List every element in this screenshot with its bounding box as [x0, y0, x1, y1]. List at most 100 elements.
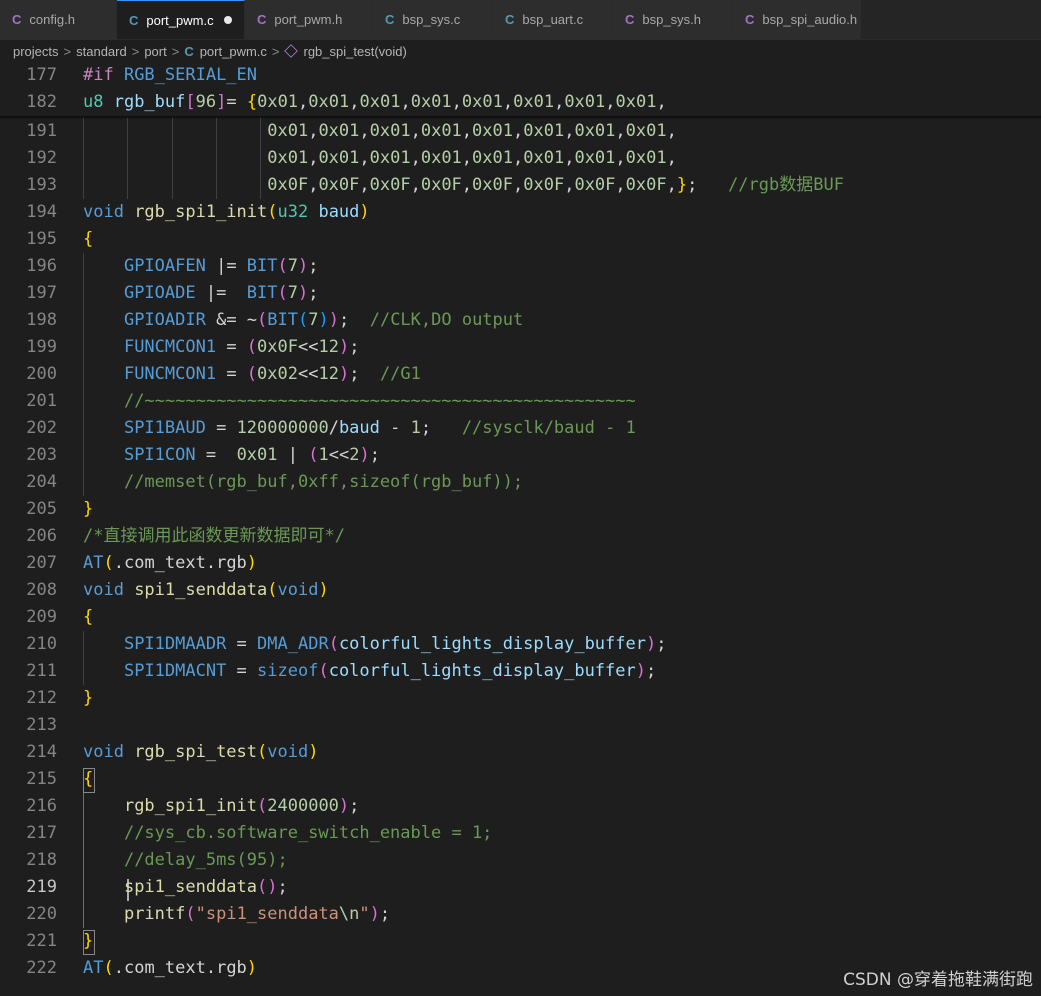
code-line[interactable]: 212} [0, 685, 1041, 712]
line-number: 193 [26, 175, 57, 195]
breadcrumb-item-port[interactable]: port [144, 44, 166, 59]
code-line[interactable]: 209 { [0, 604, 1041, 631]
code-text: printf("spi1_senddata\n"); [123, 904, 391, 924]
code-line[interactable]: 204 //memset(rgb_buf,0xff,sizeof(rgb_buf… [0, 469, 1041, 496]
code-text: { [83, 229, 94, 249]
breadcrumb: projects > standard > port > C port_pwm.… [0, 40, 1041, 62]
code-line[interactable]: 216 rgb_spi1_init(2400000); [0, 793, 1041, 820]
sticky-scroll-line[interactable]: 177 #if RGB_SERIAL_EN [0, 62, 1041, 89]
code-line[interactable]: 221} [0, 928, 1041, 955]
chevron-right-icon: > [131, 43, 140, 59]
tab-bsp-spi-audio-h[interactable]: Cbsp_spi_audio.h [733, 0, 861, 39]
line-number: 195 [26, 229, 57, 249]
breadcrumb-item-standard[interactable]: standard [76, 44, 127, 59]
code-line[interactable]: 193 0x0F,0x0F,0x0F,0x0F,0x0F,0x0F,0x0F,0… [0, 172, 1041, 199]
code-line[interactable]: 220 printf("spi1_senddata\n"); [0, 901, 1041, 928]
code-line[interactable]: 210 SPI1DMAADR = DMA_ADR(colorful_lights… [0, 631, 1041, 658]
code-line[interactable]: 201 //~~~~~~~~~~~~~~~~~~~~~~~~~~~~~~~~~~… [0, 388, 1041, 415]
line-number: 213 [26, 715, 57, 735]
line-number: 202 [26, 418, 57, 438]
line-number: 218 [26, 850, 57, 870]
code-text: GPIOADE |= BIT(7); [123, 283, 319, 303]
code-line[interactable]: 197 GPIOADE |= BIT(7); [0, 280, 1041, 307]
line-number: 217 [26, 823, 57, 843]
line-number: 182 [26, 92, 57, 112]
code-line[interactable]: 214 void rgb_spi_test(void) [0, 739, 1041, 766]
line-number: 199 [26, 337, 57, 357]
code-line[interactable]: 218 //delay_5ms(95); [0, 847, 1041, 874]
code-editor[interactable]: 177 #if RGB_SERIAL_EN 182 u8 rgb_buf[96]= {… [0, 62, 1041, 996]
tab-config-h[interactable]: Cconfig.h [0, 0, 117, 39]
code-text: /*直接调用此函数更新数据即可*/ [83, 526, 345, 546]
code-line[interactable]: 191 0x01,0x01,0x01,0x01,0x01,0x01,0x01,0… [0, 118, 1041, 145]
breadcrumb-item-symbol[interactable]: rgb_spi_test(void) [304, 44, 407, 59]
code-text: } [83, 688, 94, 708]
line-number: 194 [26, 202, 57, 222]
tab-label: port_pwm.c [146, 12, 214, 28]
function-symbol-icon [283, 44, 298, 58]
code-text: //delay_5ms(95); [123, 850, 288, 870]
line-number: 204 [26, 472, 57, 492]
watermark: CSDN @穿着拖鞋满街跑 [843, 970, 1033, 990]
editor-tab-bar: Cconfig.h Cport_pwm.c Cport_pwm.h Cbsp_sys.… [0, 0, 1041, 40]
code-text: } [83, 931, 94, 951]
tab-bsp-uart-c[interactable]: Cbsp_uart.c [493, 0, 613, 39]
code-line[interactable]: 215 { [0, 766, 1041, 793]
code-line[interactable]: 196 GPIOAFEN |= BIT(7); [0, 253, 1041, 280]
code-line[interactable]: 211 SPI1DMACNT = sizeof(colorful_lights_… [0, 658, 1041, 685]
code-line[interactable]: 217 //sys_cb.software_switch_enable = 1; [0, 820, 1041, 847]
breadcrumb-item-projects[interactable]: projects [13, 44, 59, 59]
code-line[interactable]: 206 /*直接调用此函数更新数据即可*/ [0, 523, 1041, 550]
code-text: //~~~~~~~~~~~~~~~~~~~~~~~~~~~~~~~~~~~~~~… [123, 391, 636, 411]
tab-bsp-sys-c[interactable]: Cbsp_sys.c [373, 0, 493, 39]
tab-port-pwm-h[interactable]: Cport_pwm.h [245, 0, 373, 39]
code-text: SPI1BAUD = 120000000/baud - 1; //sysclk/… [123, 418, 636, 438]
code-line[interactable]: 192 0x01,0x01,0x01,0x01,0x01,0x01,0x01,0… [0, 145, 1041, 172]
code-text: spi1_senddata(); [123, 877, 288, 897]
code-line[interactable]: 219 spi1_senddata(); [0, 874, 1041, 901]
line-number: 200 [26, 364, 57, 384]
line-number: 216 [26, 796, 57, 816]
line-number: 212 [26, 688, 57, 708]
tab-bsp-sys-h[interactable]: Cbsp_sys.h [613, 0, 733, 39]
code-text: void spi1_senddata(void) [83, 580, 329, 600]
code-text: { [83, 607, 94, 627]
code-line[interactable]: 202 SPI1BAUD = 120000000/baud - 1; //sys… [0, 415, 1041, 442]
code-text: FUNCMCON1 = (0x02<<12); //G1 [123, 364, 421, 384]
code-line[interactable]: 194 void rgb_spi1_init(u32 baud) [0, 199, 1041, 226]
line-number: 208 [26, 580, 57, 600]
code-line[interactable]: 208 void spi1_senddata(void) [0, 577, 1041, 604]
code-line[interactable]: 199 FUNCMCON1 = (0x0F<<12); [0, 334, 1041, 361]
chevron-right-icon: > [63, 43, 72, 59]
code-text: u8 rgb_buf[96]= {0x01,0x01,0x01,0x01,0x0… [83, 92, 667, 112]
code-line[interactable]: 198 GPIOADIR &= ~(BIT(7)); //CLK,DO outp… [0, 307, 1041, 334]
line-number: 207 [26, 553, 57, 573]
header-file-icon: C [745, 12, 755, 27]
c-file-icon: C [505, 12, 515, 27]
breadcrumb-item-file[interactable]: port_pwm.c [200, 44, 267, 59]
code-text: FUNCMCON1 = (0x0F<<12); [123, 337, 360, 357]
c-file-icon: C [385, 12, 395, 27]
code-text: rgb_spi1_init(2400000); [123, 796, 360, 816]
tab-port-pwm-c[interactable]: Cport_pwm.c [117, 0, 245, 39]
line-number: 198 [26, 310, 57, 330]
unsaved-dot-icon[interactable] [223, 16, 232, 24]
code-line[interactable]: 213 [0, 712, 1041, 739]
code-line[interactable]: 207 AT(.com_text.rgb) [0, 550, 1041, 577]
sticky-scroll-line[interactable]: 182 u8 rgb_buf[96]= {0x01,0x01,0x01,0x01,… [0, 89, 1041, 116]
code-line[interactable]: 203 SPI1CON = 0x01 | (1<<2); [0, 442, 1041, 469]
line-number: 177 [26, 65, 57, 85]
code-line[interactable]: 205} [0, 496, 1041, 523]
code-line[interactable]: 200 FUNCMCON1 = (0x02<<12); //G1 [0, 361, 1041, 388]
code-line[interactable]: 195 { [0, 226, 1041, 253]
chevron-right-icon: > [271, 43, 280, 59]
code-text: //memset(rgb_buf,0xff,sizeof(rgb_buf)); [123, 472, 524, 492]
code-text: GPIOADIR &= ~(BIT(7)); //CLK,DO output [123, 310, 524, 330]
tab-label: bsp_spi_audio.h [762, 12, 858, 27]
line-number: 221 [26, 931, 57, 951]
code-text: SPI1CON = 0x01 | (1<<2); [123, 445, 380, 465]
line-number: 215 [26, 769, 57, 789]
code-text: //sys_cb.software_switch_enable = 1; [123, 823, 493, 843]
code-text: GPIOAFEN |= BIT(7); [123, 256, 319, 276]
tab-label: bsp_sys.h [642, 12, 701, 27]
